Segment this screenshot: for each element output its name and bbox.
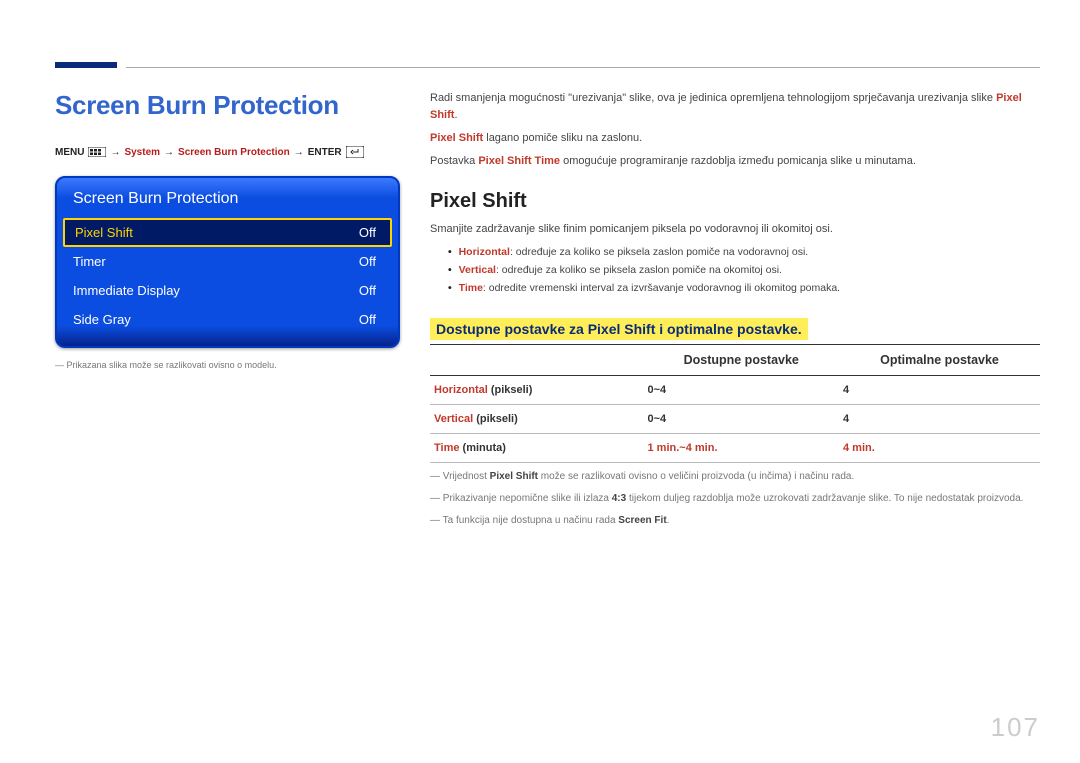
- section-heading: Pixel Shift: [430, 190, 1040, 213]
- bullet-item: Horizontal: određuje za koliko se piksel…: [448, 244, 1040, 262]
- osd-row-value: Off: [359, 283, 376, 298]
- osd-row-label: Immediate Display: [73, 283, 180, 298]
- intro-para-3: Postavka Pixel Shift Time omogućuje prog…: [430, 153, 1040, 170]
- image-disclaimer: Prikazana slika može se razlikovati ovis…: [55, 360, 400, 370]
- footnote: Prikazivanje nepomične slike ili izlaza …: [430, 491, 1040, 507]
- arrow-icon: →: [294, 147, 304, 158]
- crumb-sbp: Screen Burn Protection: [178, 147, 290, 158]
- table-row: Horizontal (pikseli) 0~4 4: [430, 375, 1040, 404]
- settings-table: Dostupne postavke Optimalne postavke Hor…: [430, 344, 1040, 463]
- osd-row-timer[interactable]: Timer Off: [57, 247, 398, 276]
- table-row: Vertical (pikseli) 0~4 4: [430, 404, 1040, 433]
- crumb-system: System: [124, 147, 160, 158]
- crumb-menu: MENU: [55, 147, 84, 158]
- osd-row-immediate-display[interactable]: Immediate Display Off: [57, 276, 398, 305]
- menu-grid-icon: [88, 147, 106, 158]
- osd-row-value: Off: [359, 225, 376, 240]
- footnote: Vrijednost Pixel Shift može se razlikova…: [430, 469, 1040, 485]
- bullet-item: Time: odredite vremenski interval za izv…: [448, 280, 1040, 298]
- table-header: Dostupne postavke: [644, 344, 839, 375]
- osd-row-label: Side Gray: [73, 312, 131, 327]
- bullet-list: Horizontal: određuje za koliko se piksel…: [448, 244, 1040, 298]
- osd-row-label: Timer: [73, 254, 106, 269]
- bullet-item: Vertical: određuje za koliko se piksela …: [448, 262, 1040, 280]
- osd-row-value: Off: [359, 254, 376, 269]
- arrow-icon: →: [164, 147, 174, 158]
- table-caption: Dostupne postavke za Pixel Shift i optim…: [430, 318, 808, 340]
- table-header: Optimalne postavke: [839, 344, 1040, 375]
- intro-para-2: Pixel Shift lagano pomiče sliku na zaslo…: [430, 130, 1040, 147]
- osd-row-value: Off: [359, 312, 376, 327]
- osd-row-pixel-shift[interactable]: Pixel Shift Off: [63, 218, 392, 247]
- section-para: Smanjite zadržavanje slike finim pomican…: [430, 221, 1040, 238]
- osd-row-label: Pixel Shift: [75, 225, 133, 240]
- arrow-icon: →: [110, 147, 120, 158]
- enter-icon: [346, 146, 364, 158]
- table-row: Time (minuta) 1 min.~4 min. 4 min.: [430, 433, 1040, 462]
- crumb-enter: ENTER: [308, 147, 342, 158]
- table-header: [430, 344, 644, 375]
- page-title: Screen Burn Protection: [55, 90, 400, 121]
- table-body: Horizontal (pikseli) 0~4 4 Vertical (pik…: [430, 375, 1040, 462]
- osd-menu: Screen Burn Protection Pixel Shift Off T…: [55, 176, 400, 348]
- intro-para-1: Radi smanjenja mogućnosti "urezivanja" s…: [430, 90, 1040, 124]
- breadcrumb: MENU → System → Screen Burn Protection →…: [55, 146, 400, 158]
- page-number: 107: [991, 712, 1040, 743]
- osd-row-side-gray[interactable]: Side Gray Off: [57, 305, 398, 334]
- footnote: Ta funkcija nije dostupna u načinu rada …: [430, 513, 1040, 529]
- osd-menu-title: Screen Burn Protection: [57, 178, 398, 218]
